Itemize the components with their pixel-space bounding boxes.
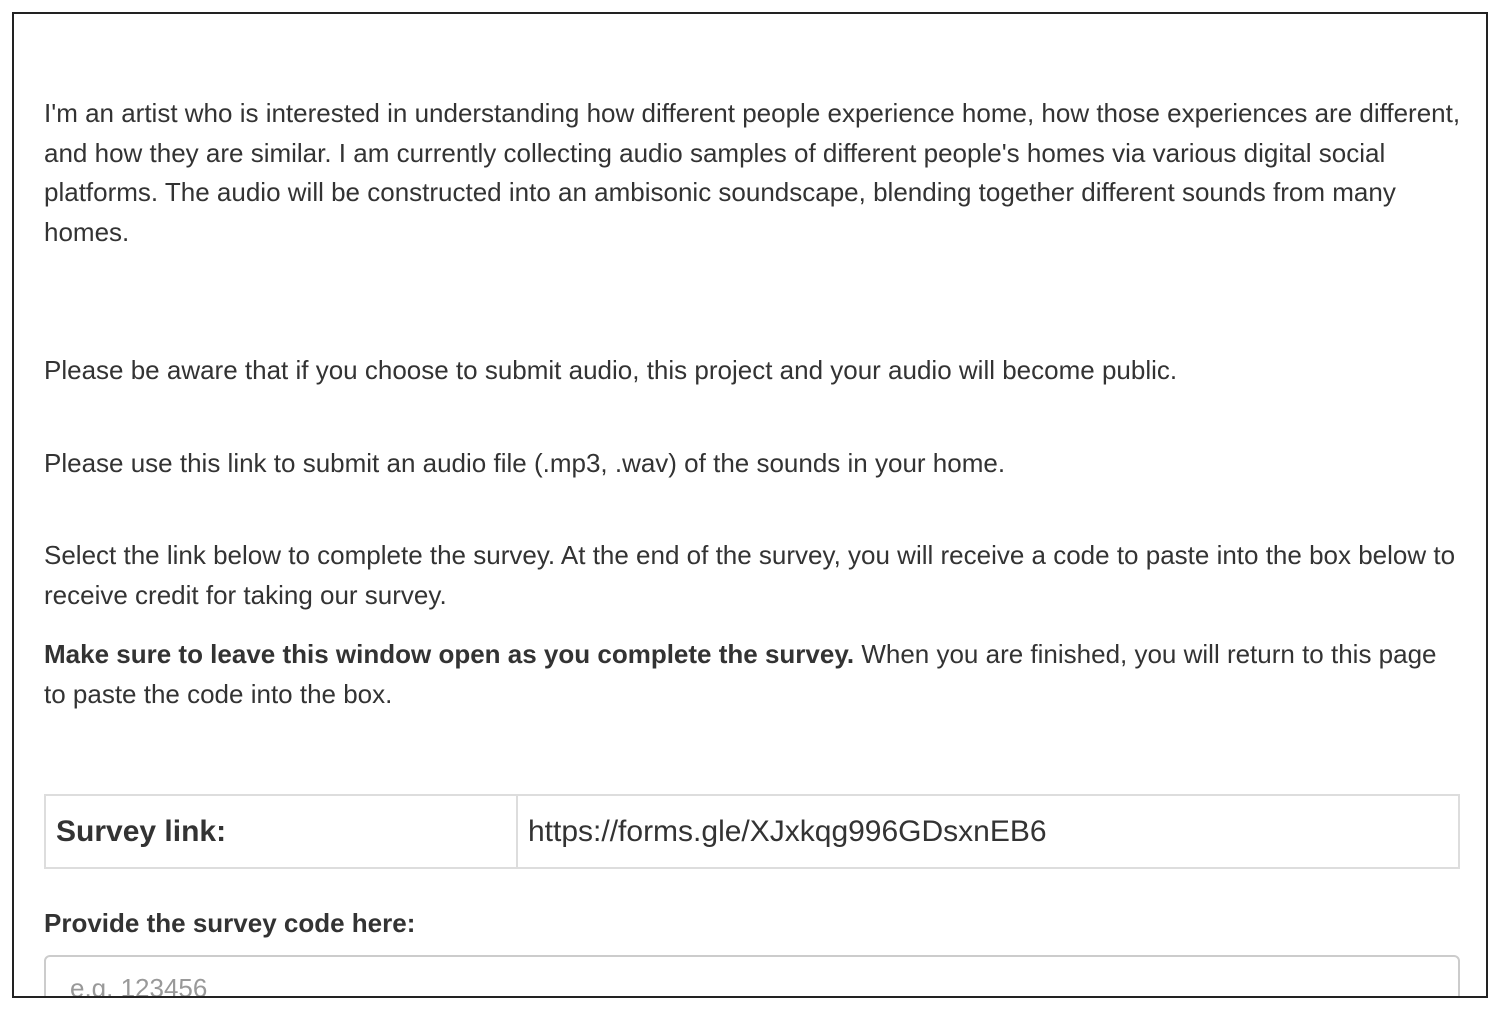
page-frame: I'm an artist who is interested in under… [12,12,1488,998]
survey-link-label: Survey link: [44,794,518,869]
survey-code-label: Provide the survey code here: [44,908,416,938]
public-notice: Please be aware that if you choose to su… [44,355,1178,385]
intro-paragraph: I'm an artist who is interested in under… [44,98,1461,247]
survey-link-table: Survey link: https://forms.gle/XJxkqg996… [44,794,1460,869]
window-note-bold: Make sure to leave this window open as y… [44,639,855,669]
audio-instruction: Please use this link to submit an audio … [44,447,1006,478]
window-note: Make sure to leave this window open as y… [44,635,1464,714]
table-row: Survey link: https://forms.gle/XJxkqg996… [44,794,1460,869]
survey-code-input[interactable] [44,955,1460,996]
main-content: I'm an artist who is interested in under… [44,94,1464,996]
survey-link-url[interactable]: https://forms.gle/XJxkqg996GDsxnEB6 [516,794,1460,869]
survey-instruction: Select the link below to complete the su… [44,540,1456,610]
